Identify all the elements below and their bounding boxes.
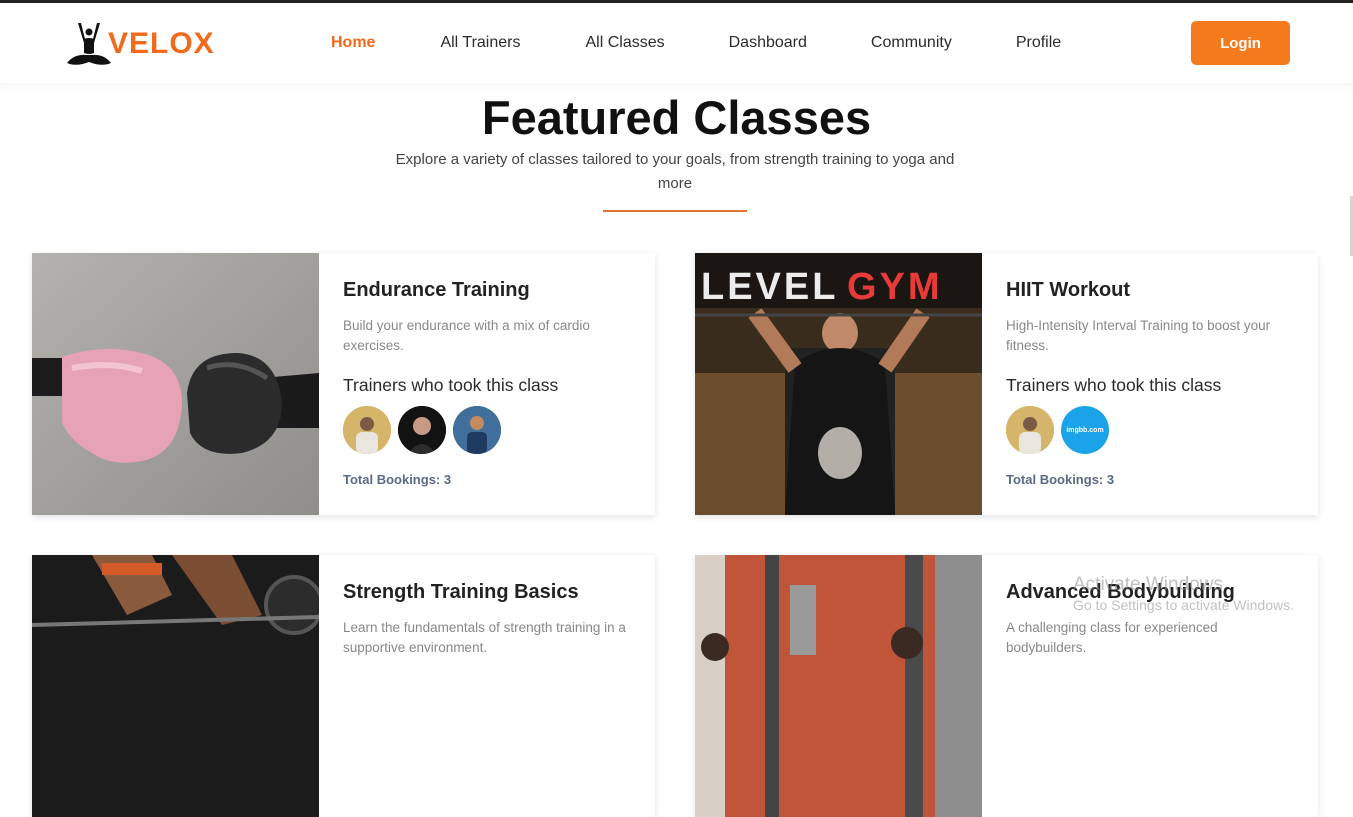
- trainer-avatars: imgbb.com: [1006, 406, 1294, 454]
- class-description: Build your endurance with a mix of cardi…: [343, 318, 590, 353]
- gym-machines-image: [695, 555, 982, 817]
- trainer-avatar[interactable]: [1006, 406, 1054, 454]
- imgbb-avatar[interactable]: imgbb.com: [1061, 406, 1109, 454]
- trainer-avatar[interactable]: [343, 406, 391, 454]
- trainers-heading: Trainers who took this class: [343, 375, 559, 395]
- section-description: Explore a variety of classes tailored to…: [395, 151, 955, 192]
- brand-logo[interactable]: VELOX: [64, 19, 215, 69]
- class-card-body: Strength Training Basics Learn the funda…: [319, 555, 655, 817]
- windows-activation-watermark: Activate Windows Go to Settings to activ…: [1073, 574, 1294, 613]
- class-card-body: Endurance Training Build your endurance …: [319, 253, 655, 515]
- barbell-deadlift-image: [32, 555, 319, 817]
- class-title[interactable]: Strength Training Basics: [343, 581, 631, 604]
- class-description: High-Intensity Interval Training to boos…: [1006, 318, 1271, 353]
- trainer-avatar[interactable]: [453, 406, 501, 454]
- nav-profile[interactable]: Profile: [1016, 34, 1061, 52]
- watermark-title: Activate Windows: [1073, 574, 1223, 595]
- nav-dashboard[interactable]: Dashboard: [729, 34, 807, 52]
- gym-sign-right: GYM: [847, 266, 943, 308]
- trainer-avatars: [343, 406, 631, 454]
- gym-athlete-image: LEVEL GYM: [695, 253, 982, 515]
- nav-all-classes[interactable]: All Classes: [585, 34, 664, 52]
- boxing-gloves-image: [32, 253, 319, 515]
- class-card-body: HIIT Workout High-Intensity Interval Tra…: [982, 253, 1318, 515]
- class-title[interactable]: Endurance Training: [343, 279, 631, 302]
- login-button[interactable]: Login: [1191, 21, 1290, 65]
- section-title: Featured Classes: [481, 91, 872, 144]
- gym-sign-left: LEVEL: [701, 266, 838, 308]
- total-bookings: Total Bookings: 3: [343, 472, 452, 487]
- main-nav: Home All Trainers All Classes Dashboard …: [331, 3, 1061, 83]
- total-bookings: Total Bookings: 3: [1006, 472, 1115, 487]
- title-underline: [603, 210, 747, 212]
- nav-all-trainers[interactable]: All Trainers: [440, 34, 520, 52]
- nav-home[interactable]: Home: [331, 34, 375, 52]
- class-description: A challenging class for experienced body…: [1006, 620, 1218, 655]
- trainer-avatar[interactable]: [398, 406, 446, 454]
- site-header: VELOX Home All Trainers All Classes Dash…: [0, 3, 1353, 83]
- class-description: Learn the fundamentals of strength train…: [343, 620, 626, 655]
- brand-name: VELOX: [108, 27, 215, 60]
- imgbb-avatar-text: imgbb.com: [1066, 426, 1104, 434]
- yoga-figure-icon: [67, 23, 111, 65]
- nav-community[interactable]: Community: [871, 34, 952, 52]
- class-card-hiit[interactable]: LEVEL GYM HIIT Workout High-Intensity In…: [695, 253, 1318, 515]
- class-title[interactable]: HIIT Workout: [1006, 279, 1294, 302]
- class-card-endurance[interactable]: Endurance Training Build your endurance …: [32, 253, 655, 515]
- trainers-heading: Trainers who took this class: [1006, 375, 1222, 395]
- class-card-strength[interactable]: Strength Training Basics Learn the funda…: [32, 555, 655, 817]
- watermark-subtitle: Go to Settings to activate Windows.: [1073, 597, 1294, 613]
